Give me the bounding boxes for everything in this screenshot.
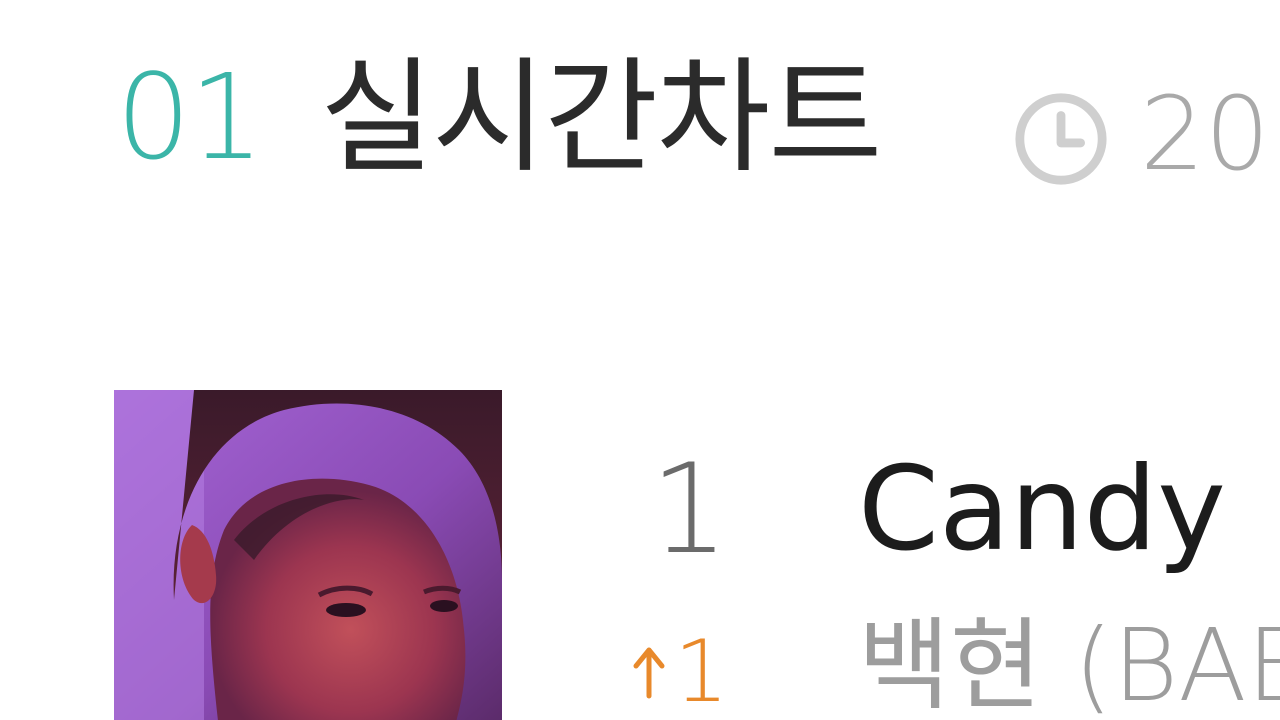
clock-icon — [1015, 93, 1107, 185]
album-cover-image[interactable] — [114, 390, 502, 720]
updated-time: 20 — [1140, 75, 1270, 194]
song-title[interactable]: Candy — [858, 452, 1226, 568]
section-title[interactable]: 실시간차트 — [320, 56, 882, 180]
rank-number: 1 — [650, 438, 729, 582]
section-number: 01 — [116, 48, 264, 186]
rank-change-value: 1 — [674, 622, 729, 720]
artist-name[interactable]: 백현 (BAE — [858, 616, 1280, 716]
arrow-up-icon — [633, 647, 665, 699]
realtime-chart-page: 01 실시간차트 20 1 Candy 1 백현 (BAE — [0, 0, 1280, 720]
rank-change: 1 — [632, 622, 729, 720]
